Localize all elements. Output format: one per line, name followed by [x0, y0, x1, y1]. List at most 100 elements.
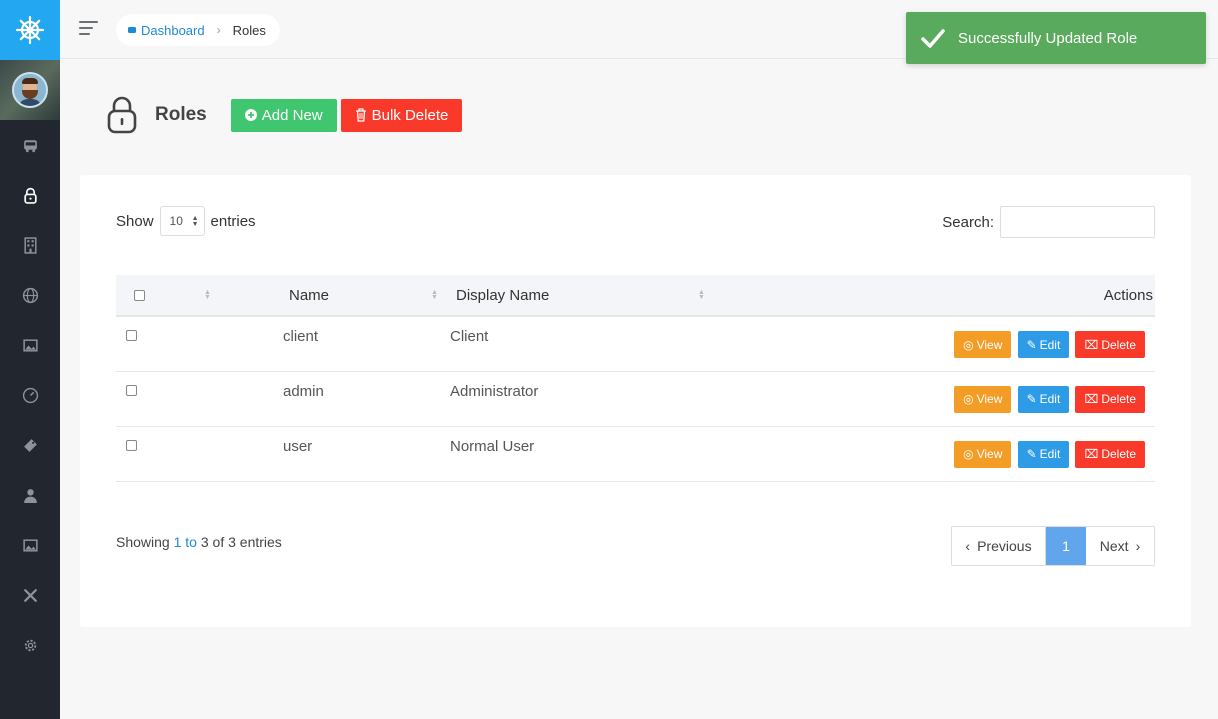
sidebar-item-building[interactable] [0, 220, 60, 270]
edit-button[interactable]: ✎ Edit [1017, 440, 1070, 468]
tools-icon [23, 588, 37, 602]
next-page-button[interactable]: Next › [1086, 527, 1154, 565]
table-row: client Client ◎ View ✎ Edit ⌧ Delete [116, 316, 1155, 371]
show-label: Show [116, 212, 154, 230]
edit-label: Edit [1039, 447, 1061, 461]
roles-table: ▲ ▼ Name ▲ ▼ Display Name ▲ ▼ Actions cl… [116, 275, 1155, 482]
delete-button[interactable]: ⌧ Delete [1075, 385, 1145, 413]
search-label: Search: [942, 213, 994, 231]
sidebar-item-dashboard[interactable] [0, 370, 60, 420]
delete-label: Delete [1101, 392, 1136, 406]
edit-button[interactable]: ✎ Edit [1017, 331, 1070, 358]
col-header-display-name[interactable]: Display Name ▲ ▼ [450, 275, 710, 316]
add-new-label: Add New [261, 106, 323, 124]
ticket-icon [23, 438, 37, 452]
view-button[interactable]: ◎ View [954, 385, 1012, 413]
cell-display-name: Administrator [450, 382, 539, 400]
sidebar-item-ticket[interactable] [0, 420, 60, 470]
info-from: 1 [173, 534, 182, 550]
row-actions: ◎ View ✎ Edit ⌧ Delete [710, 371, 1155, 426]
table-row: user Normal User ◎ View ✎ Edit ⌧ Delete [116, 426, 1155, 481]
page-1-button[interactable]: 1 [1046, 527, 1086, 565]
brand-logo[interactable] [0, 0, 60, 60]
delete-label: Delete [1101, 447, 1136, 461]
page-title: Roles [155, 104, 207, 125]
breadcrumb-separator-icon: › [216, 23, 221, 37]
select-arrows-icon: ▲ ▼ [191, 215, 199, 228]
page-header: Roles Add New Bulk Delete [106, 94, 466, 136]
edit-icon: ✎ [1026, 392, 1037, 406]
chevron-right-icon: › [1135, 538, 1141, 554]
col-header-spacer [176, 275, 283, 316]
previous-label: Previous [977, 538, 1032, 554]
search-input[interactable] [1000, 206, 1155, 238]
previous-page-button[interactable]: ‹ Previous [952, 527, 1046, 565]
delete-button[interactable]: ⌧ Delete [1075, 440, 1145, 468]
roles-panel: Show 10 ▲▼ entries Search: ▲▼ Name ▲▼ [80, 175, 1191, 627]
next-label: Next [1099, 538, 1129, 554]
building-icon [23, 236, 37, 254]
trash-icon [355, 108, 366, 122]
info-to: 3 [200, 534, 209, 550]
info-to-word: to [185, 534, 197, 550]
sidebar-item-users[interactable] [0, 470, 60, 520]
row-checkbox[interactable] [126, 384, 137, 396]
sort-icon[interactable]: ▲ ▼ [698, 289, 705, 301]
entries-length-control: Show 10 ▲ ▼ entries [116, 206, 256, 236]
col-header-name[interactable]: Name ▲ ▼ [283, 275, 450, 316]
view-button[interactable]: ◎ View [954, 440, 1012, 468]
plus-circle-icon [244, 109, 257, 121]
delete-button[interactable]: ⌧ Delete [1075, 331, 1145, 358]
view-label: View [976, 337, 1003, 352]
eye-icon: ◎ [963, 337, 974, 352]
pagination: ‹ Previous 1 Next › [951, 526, 1155, 566]
eye-icon: ◎ [963, 447, 974, 461]
sidebar-item-gallery[interactable] [0, 520, 60, 570]
header-actions-label: Actions [1103, 286, 1153, 304]
view-label: View [976, 447, 1003, 461]
select-all-checkbox[interactable] [134, 289, 145, 301]
sidebar-item-settings[interactable] [0, 620, 60, 670]
bulk-delete-label: Bulk Delete [371, 106, 449, 124]
edit-icon: ✎ [1026, 447, 1037, 461]
cell-name: client [283, 328, 319, 345]
header-display-name-label: Display Name [456, 286, 550, 304]
entries-select[interactable]: 10 ▲ ▼ [159, 206, 205, 236]
success-toast[interactable]: Successfully Updated Role [906, 12, 1206, 64]
edit-button[interactable]: ✎ Edit [1017, 385, 1070, 413]
row-checkbox[interactable] [126, 439, 137, 451]
bulk-delete-button[interactable]: Bulk Delete [340, 98, 463, 132]
sidebar-item-bus[interactable] [0, 120, 60, 170]
view-button[interactable]: ◎ View [954, 331, 1012, 358]
row-checkbox-cell [116, 316, 176, 371]
row-checkbox[interactable] [126, 330, 137, 341]
image-icon [22, 538, 38, 552]
sort-icon[interactable]: ▲ ▼ [431, 289, 438, 301]
sidebar-user-avatar[interactable] [0, 60, 60, 120]
breadcrumb-dashboard-link[interactable]: Dashboard [127, 23, 205, 38]
bus-icon [23, 139, 37, 152]
dashboard-icon [128, 27, 136, 33]
avatar [12, 72, 48, 108]
table-info: Showing 1 to 3 of 3 entries [116, 534, 282, 550]
table-row: admin Administrator ◎ View ✎ Edit ⌧ Delete [116, 371, 1155, 426]
menu-toggle-icon[interactable] [79, 21, 99, 37]
info-of: of 3 entries [212, 534, 282, 550]
breadcrumb-home-label[interactable]: Dashboard [141, 23, 205, 38]
delete-label: Delete [1101, 337, 1136, 352]
row-spacer [176, 426, 283, 481]
entries-label: entries [210, 212, 256, 230]
sidebar-item-globe[interactable] [0, 270, 60, 320]
edit-label: Edit [1039, 392, 1061, 406]
sidebar-item-media[interactable] [0, 320, 60, 370]
eye-icon: ◎ [963, 392, 974, 406]
sidebar-item-roles[interactable] [0, 170, 60, 220]
add-new-button[interactable]: Add New [230, 98, 337, 132]
view-label: View [976, 392, 1003, 406]
breadcrumb-current: Roles [232, 22, 266, 38]
sidebar-item-tools[interactable] [0, 570, 60, 620]
entries-select-value: 10 [169, 214, 183, 228]
row-actions: ◎ View ✎ Edit ⌧ Delete [710, 316, 1155, 371]
edit-icon: ✎ [1026, 337, 1037, 352]
ship-wheel-icon [15, 15, 45, 45]
